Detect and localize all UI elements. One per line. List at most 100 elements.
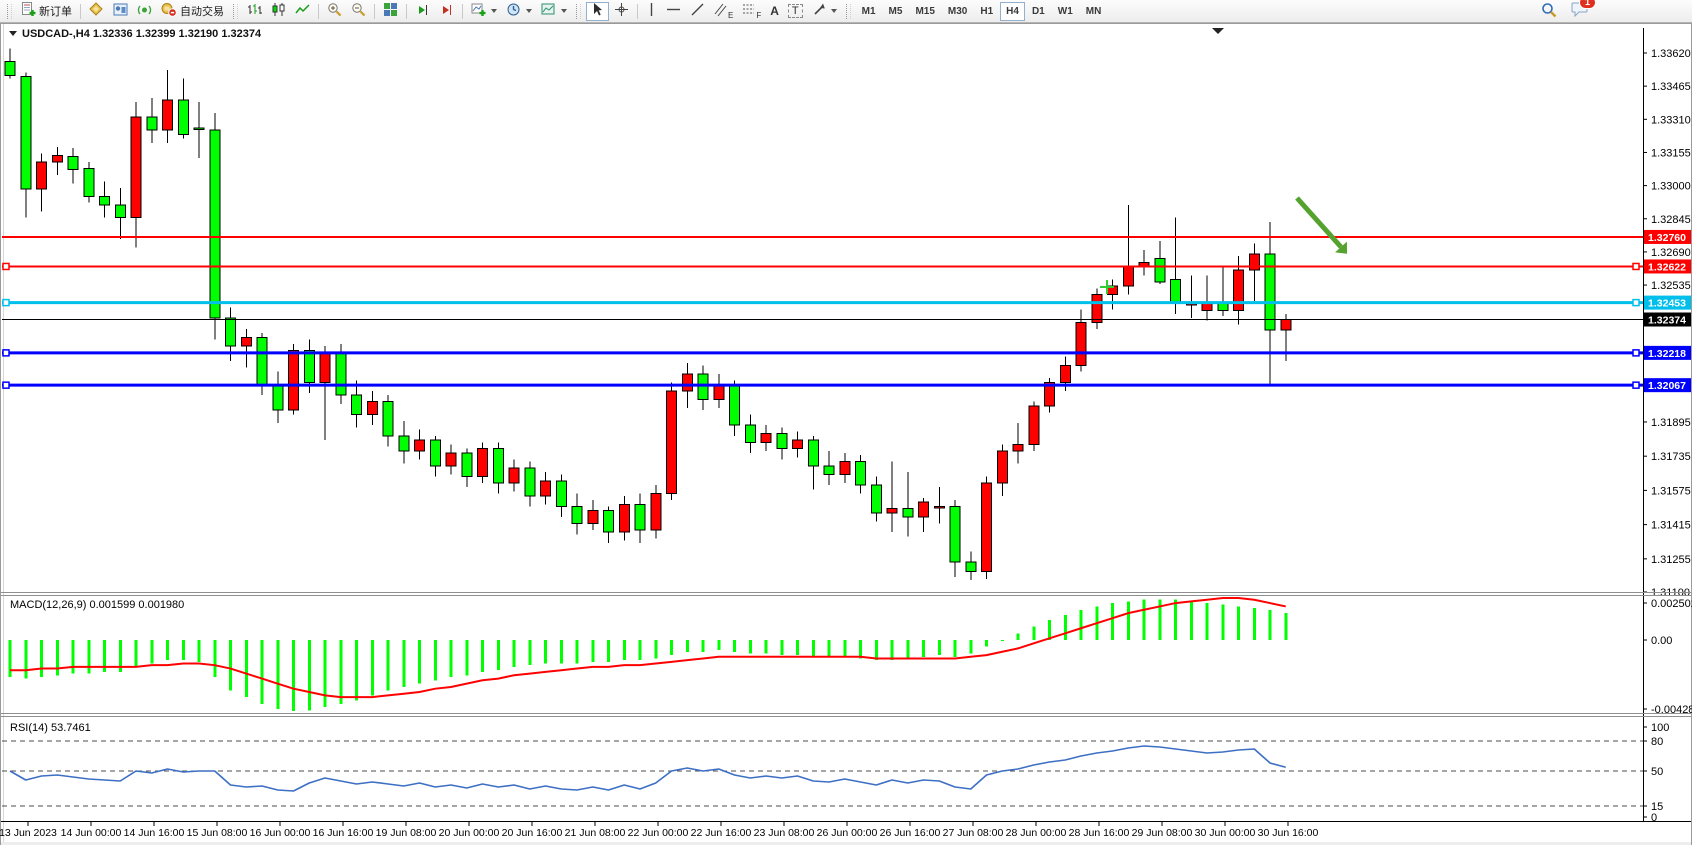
macd-histogram-bar xyxy=(749,640,752,653)
line-handle[interactable] xyxy=(1633,382,1639,388)
fibonacci-tool-button[interactable]: F xyxy=(738,2,765,21)
candle-body xyxy=(52,156,62,162)
candle-body xyxy=(415,440,425,451)
macd-histogram-bar xyxy=(1143,600,1146,640)
candle-body xyxy=(1092,295,1102,323)
candle-body xyxy=(761,434,771,443)
chat-button[interactable]: 1 xyxy=(1571,1,1589,22)
cursor-tool-button[interactable] xyxy=(586,2,609,21)
macd-histogram-bar xyxy=(355,640,358,700)
trendline-tool-button[interactable] xyxy=(686,2,709,21)
candlestick-chart-button[interactable] xyxy=(267,2,290,21)
channel-tool-button[interactable]: E xyxy=(710,2,737,21)
toolbar-separator xyxy=(80,4,81,19)
candle-body xyxy=(619,504,629,532)
candlestick-chart-icon xyxy=(271,2,286,20)
arrows-tool-button[interactable] xyxy=(808,2,841,21)
macd-histogram-bar xyxy=(969,640,972,653)
macd-histogram-bar xyxy=(213,640,216,677)
candle-body xyxy=(525,468,535,496)
label-tool-button[interactable]: T xyxy=(784,2,807,21)
auto-scroll-button[interactable] xyxy=(411,2,434,21)
candle-body xyxy=(588,511,598,524)
line-handle[interactable] xyxy=(1633,263,1639,269)
line-handle[interactable] xyxy=(3,300,9,306)
price-tick-label: 1.33155 xyxy=(1651,147,1691,159)
timeframe-m30-button[interactable]: M30 xyxy=(942,2,973,21)
date-tick-label: 22 Jun 00:00 xyxy=(628,827,689,839)
templates-button[interactable] xyxy=(537,2,571,21)
toolbar-grip[interactable] xyxy=(846,4,851,19)
date-tick-label: 30 Jun 00:00 xyxy=(1195,827,1256,839)
toolbar-separator xyxy=(406,4,407,19)
candle-body xyxy=(1123,267,1133,286)
macd-histogram-bar xyxy=(1064,615,1067,640)
timeframe-mn-button[interactable]: MN xyxy=(1080,2,1108,21)
chart-shift-button[interactable] xyxy=(435,2,458,21)
timeframe-m15-button[interactable]: M15 xyxy=(909,2,940,21)
macd-histogram-bar xyxy=(812,640,815,657)
macd-histogram-bar xyxy=(418,640,421,684)
line-handle[interactable] xyxy=(1633,350,1639,356)
macd-histogram-bar xyxy=(1190,601,1193,640)
toolbar-grip[interactable] xyxy=(576,4,581,19)
autotrading-button[interactable]: 自动交易 xyxy=(157,2,228,21)
candle-body xyxy=(856,462,866,486)
chart-area[interactable]: USDCAD-,H4 1.32336 1.32399 1.32190 1.323… xyxy=(0,23,1692,846)
candle-body xyxy=(178,100,188,134)
horizontal-line-tool-button[interactable] xyxy=(662,2,685,21)
sound-waves-icon xyxy=(137,2,152,20)
macd-histogram-bar xyxy=(623,640,626,660)
line-handle[interactable] xyxy=(3,382,9,388)
news-sound-button[interactable] xyxy=(133,2,156,21)
timeframe-m5-button[interactable]: M5 xyxy=(883,2,909,21)
macd-histogram-bar xyxy=(796,640,799,655)
new-order-button[interactable]: 新订单 xyxy=(17,2,76,21)
timeframe-w1-button[interactable]: W1 xyxy=(1052,2,1079,21)
autotrading-icon xyxy=(161,2,177,20)
indicators-button[interactable] xyxy=(467,2,501,21)
candle-body xyxy=(667,391,677,494)
price-tick-label: 1.33465 xyxy=(1651,81,1691,93)
date-tick-label: 30 Jun 16:00 xyxy=(1258,827,1319,839)
date-tick-label: 26 Jun 00:00 xyxy=(817,827,878,839)
auto-scroll-icon xyxy=(415,2,430,20)
zoom-in-icon xyxy=(327,2,342,20)
timeframe-d1-button[interactable]: D1 xyxy=(1026,2,1051,21)
macd-histogram-bar xyxy=(261,640,264,704)
rsi-axis-label: 100 xyxy=(1651,722,1669,734)
macd-histogram-bar xyxy=(135,640,138,667)
timeframe-h4-button[interactable]: H4 xyxy=(1000,2,1025,21)
text-tool-button[interactable]: A xyxy=(766,2,783,21)
price-flag-label: 1.32218 xyxy=(1648,348,1686,360)
chart-title: USDCAD-,H4 1.32336 1.32399 1.32190 1.323… xyxy=(9,28,262,40)
crosshair-tool-button[interactable] xyxy=(610,2,633,21)
line-handle[interactable] xyxy=(1633,300,1639,306)
search-button[interactable] xyxy=(1537,2,1561,21)
price-tick-label: 1.31735 xyxy=(1651,451,1691,463)
vertical-line-tool-button[interactable] xyxy=(642,2,661,21)
line-handle[interactable] xyxy=(3,263,9,269)
toolbar-grip[interactable] xyxy=(7,4,12,19)
zoom-out-icon xyxy=(351,2,366,20)
candle-body xyxy=(887,509,897,513)
candle-body xyxy=(934,506,944,508)
periods-button[interactable] xyxy=(502,2,536,21)
macd-histogram-bar xyxy=(150,640,153,664)
metaeditor-button[interactable] xyxy=(85,2,108,21)
macd-histogram-bar xyxy=(828,640,831,657)
data-window-button[interactable] xyxy=(109,2,132,21)
toolbar-grip[interactable] xyxy=(233,4,238,19)
crosshair-icon xyxy=(614,2,629,20)
timeframe-m1-button[interactable]: M1 xyxy=(856,2,882,21)
zoom-out-button[interactable] xyxy=(347,2,370,21)
candle-body xyxy=(777,434,787,449)
bar-chart-button[interactable] xyxy=(243,2,266,21)
tile-windows-button[interactable] xyxy=(379,2,402,21)
candle-body xyxy=(824,466,834,475)
line-chart-button[interactable] xyxy=(291,2,314,21)
candle-body xyxy=(919,502,929,517)
timeframe-h1-button[interactable]: H1 xyxy=(974,2,999,21)
line-handle[interactable] xyxy=(3,350,9,356)
zoom-in-button[interactable] xyxy=(323,2,346,21)
